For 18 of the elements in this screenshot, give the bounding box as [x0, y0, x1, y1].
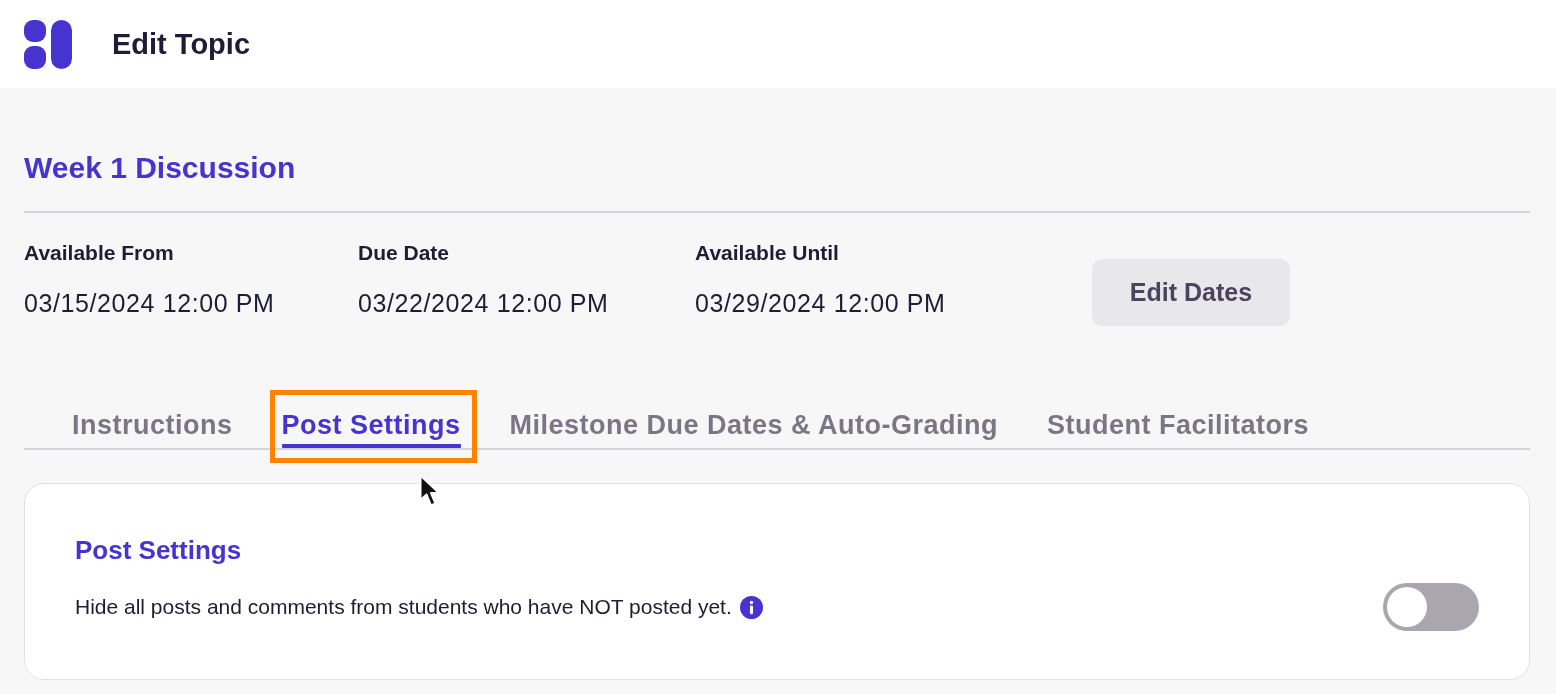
- page-title: Edit Topic: [112, 27, 250, 62]
- tab[interactable]: Instructions: [72, 397, 233, 448]
- date-label: Available Until: [695, 241, 840, 265]
- toggle-switch[interactable]: [1383, 583, 1479, 631]
- tab[interactable]: Post Settings: [281, 397, 461, 448]
- date-value: 03/15/2024 12:00 PM: [24, 288, 276, 318]
- tab[interactable]: Milestone Due Dates & Auto-Grading: [509, 397, 999, 448]
- card-title: Post Settings: [75, 534, 243, 566]
- date-value: 03/29/2024 12:00 PM: [695, 288, 947, 318]
- topic-title: Week 1 Discussion: [24, 150, 297, 186]
- tab[interactable]: Student Facilitators: [1047, 397, 1310, 448]
- date-label: Available From: [24, 241, 175, 265]
- date-value: 03/22/2024 12:00 PM: [358, 288, 610, 318]
- setting-label: Hide all posts and comments from students who have NOT posted yet.: [75, 594, 732, 620]
- date-label: Due Date: [358, 241, 451, 265]
- logo-icon: [24, 19, 72, 69]
- info-icon[interactable]: [739, 595, 763, 619]
- edit-dates-button[interactable]: Edit Dates: [1092, 259, 1290, 326]
